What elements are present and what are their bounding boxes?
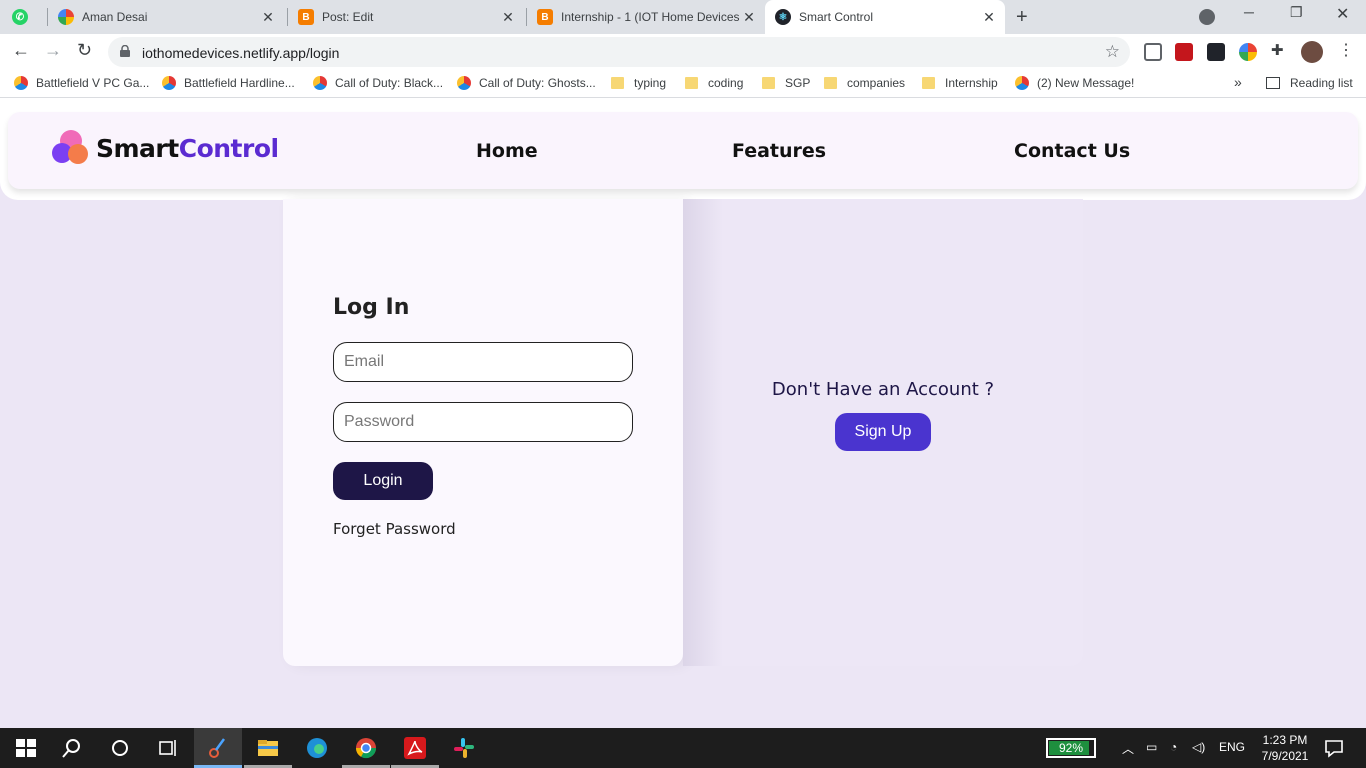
bookmark-site-icon — [1015, 76, 1029, 90]
google-icon — [58, 9, 74, 25]
password-field[interactable] — [333, 402, 633, 442]
site-logo[interactable]: SmartControl — [52, 130, 279, 166]
reading-list-button[interactable]: Reading list — [1266, 76, 1353, 90]
language-indicator[interactable]: ENG — [1219, 740, 1245, 754]
close-tab-icon[interactable]: ✕ — [981, 9, 997, 26]
nav-contact-us[interactable]: Contact Us — [1014, 140, 1130, 162]
bookmark-site-icon — [313, 76, 327, 90]
bookmarks-bar: Battlefield V PC Ga... Battlefield Hardl… — [0, 70, 1366, 98]
tab-internship[interactable]: B Internship - 1 (IOT Home Devices ✕ — [537, 0, 761, 34]
restore-icon[interactable]: ❐ — [1290, 4, 1303, 21]
battery-percent: 92% — [1058, 741, 1084, 755]
tab-smart-control[interactable]: ⚛ Smart Control ✕ — [765, 0, 1005, 34]
folder-icon — [922, 77, 935, 89]
login-button[interactable]: Login — [333, 462, 433, 500]
close-tab-icon[interactable]: ✕ — [260, 9, 276, 26]
windows-start-icon[interactable] — [14, 736, 38, 760]
signup-panel: Don't Have an Account ? Sign Up — [683, 199, 1083, 666]
color-picker-icon[interactable] — [1239, 43, 1257, 61]
bookmark-item[interactable]: Call of Duty: Ghosts... — [457, 76, 596, 90]
forward-icon[interactable]: → — [44, 40, 62, 61]
chrome-icon[interactable] — [354, 736, 378, 760]
edge-icon[interactable] — [305, 736, 329, 760]
tab-post-edit[interactable]: B Post: Edit ✕ — [298, 0, 520, 34]
reload-icon[interactable]: ↻ — [77, 40, 92, 61]
menu-kebab-icon[interactable]: ⋮ — [1338, 40, 1356, 59]
bookmark-item[interactable]: Battlefield Hardline... — [162, 76, 295, 90]
battery-tray-icon[interactable]: ▭ — [1146, 740, 1157, 754]
no-account-text: Don't Have an Account ? — [771, 379, 995, 400]
close-tab-icon[interactable]: ✕ — [500, 9, 516, 26]
task-view-icon[interactable] — [156, 736, 180, 760]
site-navbar: SmartControl Home Features Contact Us — [0, 98, 1366, 200]
login-card: Log In Login Forget Password — [283, 199, 683, 666]
bookmark-star-icon[interactable]: ☆ — [1105, 42, 1120, 62]
nav-features[interactable]: Features — [732, 140, 826, 162]
volume-icon[interactable]: ◁) — [1192, 740, 1205, 754]
acrobat-icon[interactable] — [1175, 43, 1193, 61]
bookmark-folder[interactable]: coding — [685, 76, 743, 90]
sign-up-button[interactable]: Sign Up — [835, 413, 931, 451]
clock[interactable]: 1:23 PM 7/9/2021 — [1250, 732, 1320, 764]
puzzle-icon[interactable]: ✚ — [1271, 41, 1289, 59]
acrobat-reader-icon[interactable] — [403, 736, 427, 760]
folder-icon — [611, 77, 624, 89]
tab-aman-desai[interactable]: Aman Desai ✕ — [58, 0, 280, 34]
folder-icon — [824, 77, 837, 89]
battery-indicator[interactable]: 92% — [1046, 738, 1096, 758]
tab-whatsapp[interactable]: ✆ — [12, 0, 46, 34]
clock-time: 1:23 PM — [1262, 733, 1308, 747]
close-window-icon[interactable]: ✕ — [1336, 4, 1349, 24]
clock-date: 7/9/2021 — [1261, 749, 1309, 763]
windows-taskbar: 92% ︿ ▭ ◔ ◁) ENG 1:23 PM 7/9/2021 — [0, 728, 1366, 768]
bookmark-item[interactable]: Call of Duty: Black... — [313, 76, 443, 90]
nav-home[interactable]: Home — [476, 140, 538, 162]
snipping-tool-icon[interactable] — [206, 736, 230, 760]
blogger-icon: B — [537, 9, 553, 25]
bookmark-folder[interactable]: companies — [824, 76, 905, 90]
browser-tab-strip: ✆ Aman Desai ✕ B Post: Edit ✕ B Internsh… — [0, 0, 1366, 34]
address-bar[interactable]: iothomedevices.netlify.app/login ☆ — [108, 37, 1130, 67]
bookmark-site-icon — [162, 76, 176, 90]
close-tab-icon[interactable]: ✕ — [741, 9, 757, 26]
tab-search-icon[interactable] — [1199, 9, 1215, 25]
back-icon[interactable]: ← — [12, 40, 30, 61]
react-icon: ⚛ — [775, 9, 791, 25]
notification-icon[interactable] — [1322, 736, 1346, 760]
bookmark-site-icon — [14, 76, 28, 90]
bookmark-item[interactable]: Battlefield V PC Ga... — [14, 76, 149, 90]
file-explorer-icon[interactable] — [256, 736, 280, 760]
avatar[interactable] — [1301, 41, 1323, 63]
cortana-icon[interactable] — [108, 736, 132, 760]
react-devtools-icon[interactable] — [1207, 43, 1225, 61]
folder-icon — [762, 77, 775, 89]
chevron-up-icon[interactable]: ︿ — [1122, 740, 1134, 757]
new-tab-icon[interactable]: + — [1016, 6, 1028, 29]
forget-password-link[interactable]: Forget Password — [333, 520, 456, 538]
bookmark-item[interactable]: (2) New Message! — [1015, 76, 1134, 90]
blogger-icon: B — [298, 9, 314, 25]
reading-list-icon — [1266, 77, 1280, 89]
login-title: Log In — [333, 295, 410, 320]
minimize-icon[interactable]: ─ — [1244, 4, 1254, 20]
browser-toolbar: ← → ↻ iothomedevices.netlify.app/login ☆… — [0, 34, 1366, 70]
whatsapp-icon: ✆ — [12, 9, 28, 25]
bookmark-folder[interactable]: typing — [611, 76, 666, 90]
slack-icon[interactable] — [452, 736, 476, 760]
folder-icon — [685, 77, 698, 89]
more-bookmarks-icon[interactable]: » — [1234, 74, 1242, 90]
search-icon[interactable] — [60, 736, 84, 760]
logo-icon — [52, 130, 90, 166]
wifi-icon[interactable]: ◔ — [1170, 740, 1177, 754]
bookmark-folder[interactable]: SGP — [762, 76, 810, 90]
bookmark-site-icon — [457, 76, 471, 90]
lock-icon — [120, 45, 130, 57]
url-text: iothomedevices.netlify.app/login — [142, 45, 340, 61]
site-navbar-inner: SmartControl Home Features Contact Us — [8, 112, 1358, 189]
bookmark-folder[interactable]: Internship — [922, 76, 998, 90]
email-field[interactable] — [333, 342, 633, 382]
extension-icon[interactable] — [1144, 43, 1162, 61]
logo-text: SmartControl — [96, 133, 279, 163]
